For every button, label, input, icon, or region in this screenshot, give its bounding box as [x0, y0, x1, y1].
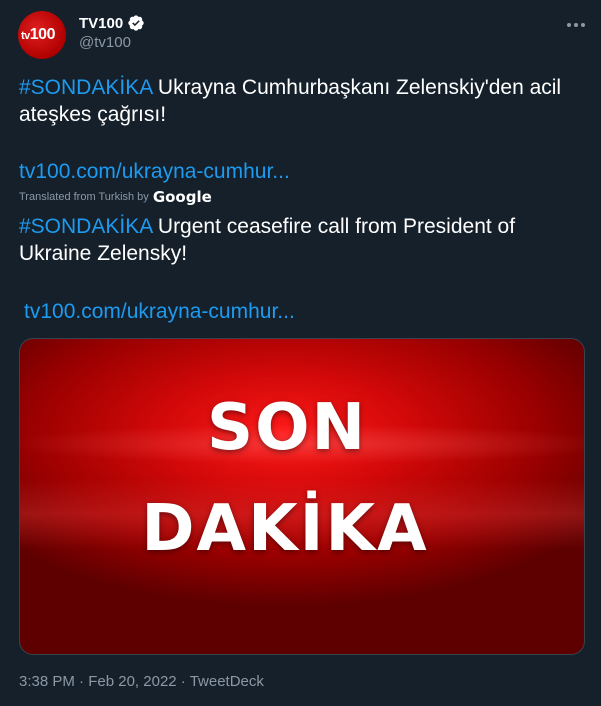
author-name-row: TV100 — [79, 13, 145, 33]
avatar-logo-number: 100 — [29, 26, 56, 43]
avatar-logo-tv: tv — [21, 30, 30, 42]
tweet-original-text: #SONDAKİKA Ukrayna Cumhurbaşkanı Zelensk… — [19, 74, 584, 128]
verified-badge-icon — [127, 14, 145, 32]
tweet-time[interactable]: 3:38 PM — [19, 673, 75, 690]
translated-from-label: Translated from Turkish by — [19, 191, 149, 203]
translated-url-link[interactable]: tv100.com/ukrayna-cumhur... — [24, 298, 295, 325]
avatar[interactable]: tv100 — [18, 11, 66, 59]
media-headline-line2: DAKİKA — [141, 492, 429, 566]
meta-separator-2: · — [176, 673, 190, 690]
meta-separator: · — [74, 673, 89, 690]
tweet-source[interactable]: TweetDeck — [190, 673, 264, 690]
translated-hashtag-link[interactable]: #SONDAKİKA — [19, 215, 152, 238]
tweet-meta: 3:38 PM · Feb 20, 2022 · TweetDeck — [19, 673, 264, 690]
tweet: tv100 TV100 @tv100 #SONDAKİKA Ukrayna Cu… — [0, 0, 601, 706]
avatar-logo: tv100 — [21, 26, 55, 44]
hashtag-link[interactable]: #SONDAKİKA — [19, 76, 152, 99]
tweet-translated-text: #SONDAKİKA Urgent ceasefire call from Pr… — [19, 213, 584, 267]
display-name[interactable]: TV100 — [79, 15, 123, 32]
google-logo: Google — [152, 188, 212, 206]
media-image[interactable]: SON DAKİKA — [19, 338, 585, 655]
more-options-icon[interactable] — [563, 12, 589, 38]
author-handle[interactable]: @tv100 — [79, 34, 131, 51]
tweet-date[interactable]: Feb 20, 2022 — [88, 673, 176, 690]
media-headline-line1: SON — [206, 391, 368, 465]
original-url-link[interactable]: tv100.com/ukrayna-cumhur... — [19, 158, 290, 185]
translation-attribution: Translated from Turkish by Google — [19, 188, 212, 206]
